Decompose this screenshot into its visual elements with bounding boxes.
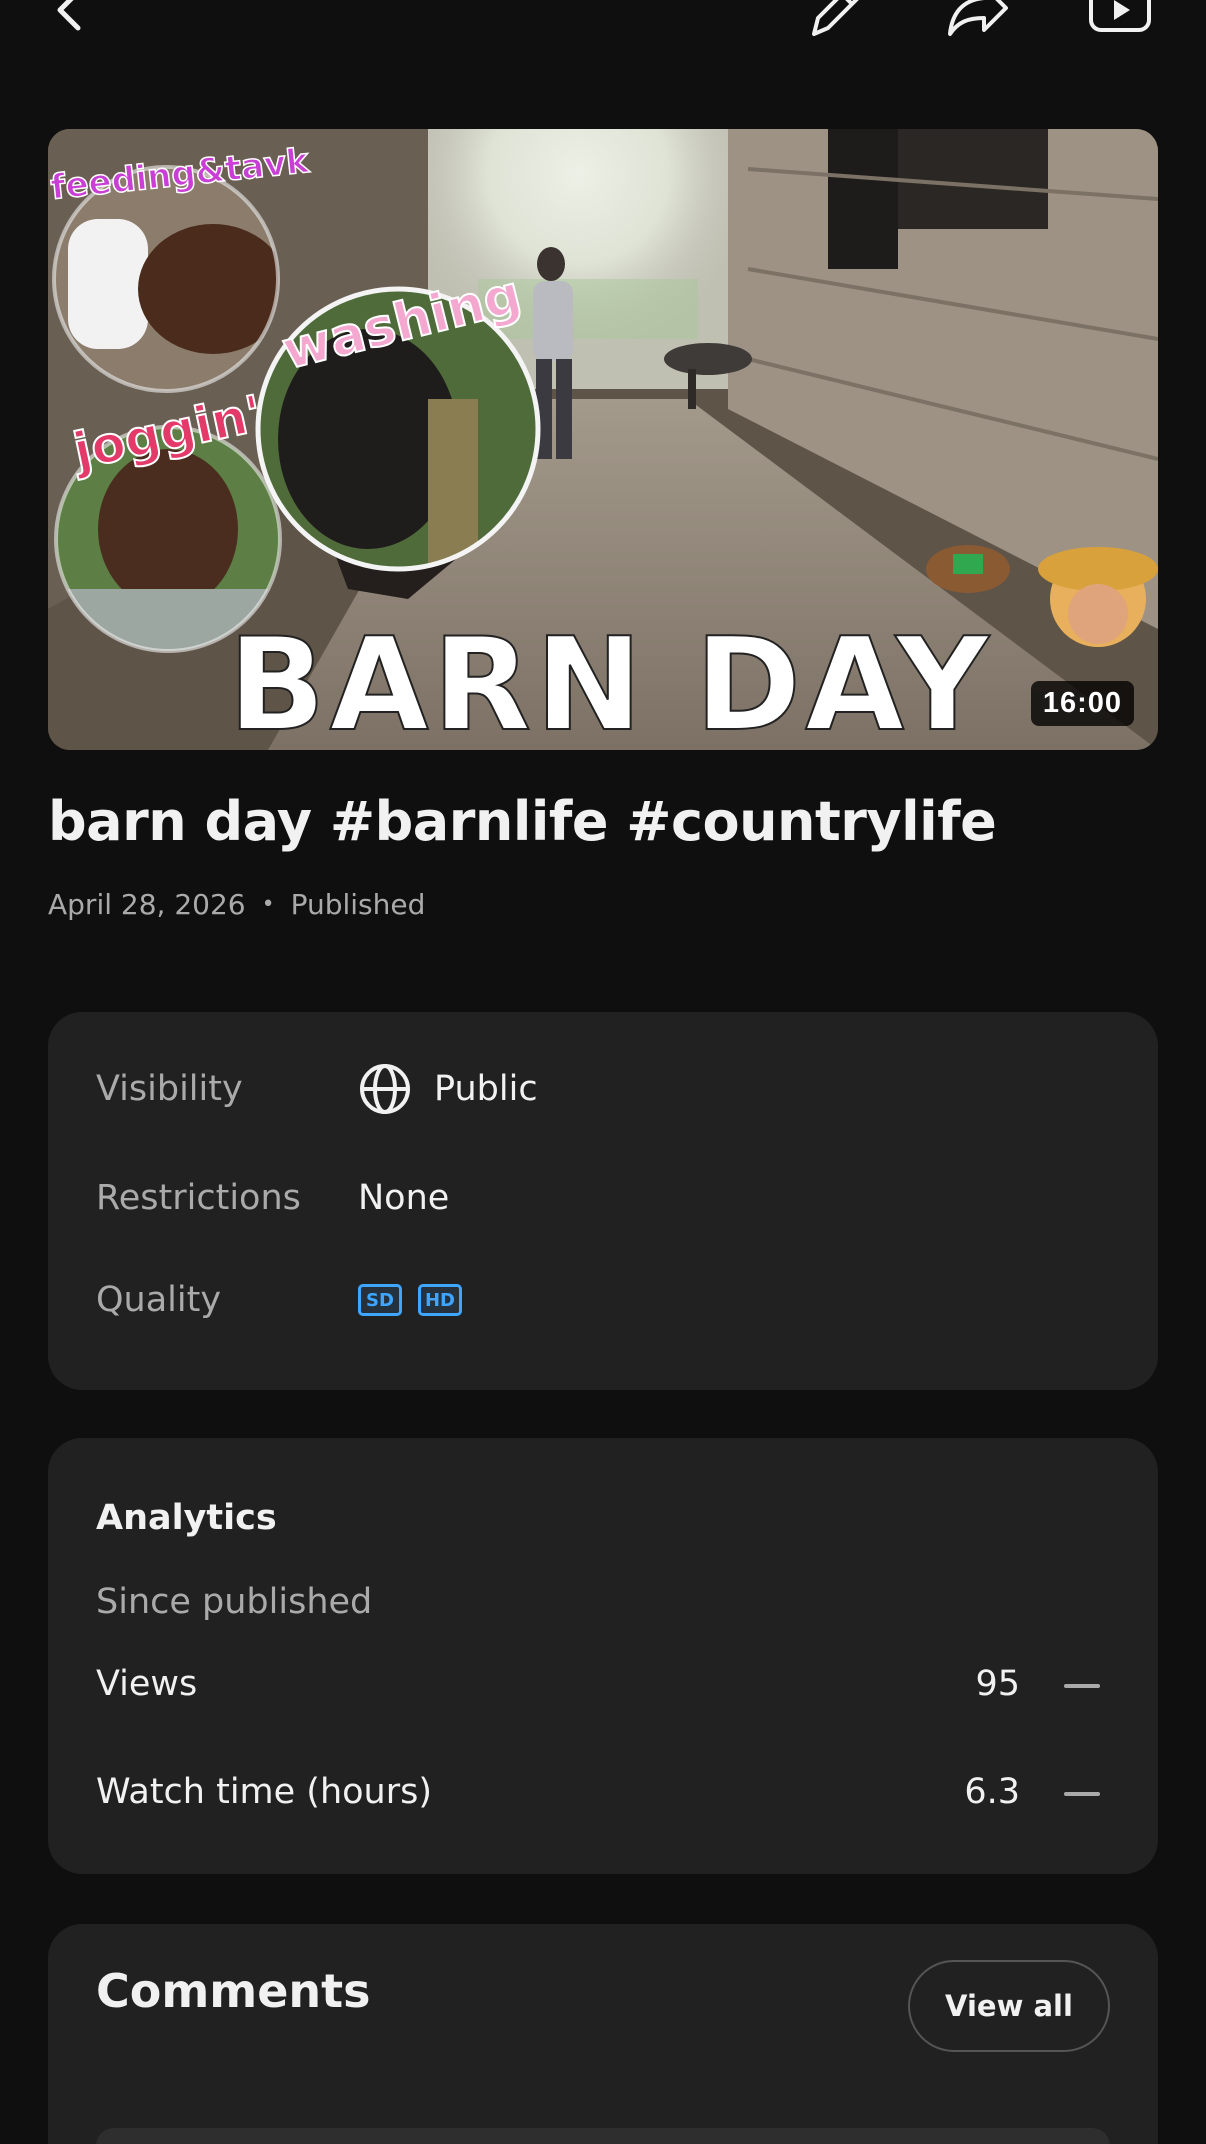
youtube-play-icon bbox=[1089, 0, 1151, 32]
duration-badge: 16:00 bbox=[1030, 681, 1134, 726]
publish-date: April 28, 2026 bbox=[48, 888, 246, 921]
share-button[interactable] bbox=[942, 0, 1014, 46]
share-arrow-icon bbox=[948, 0, 1008, 36]
watch-time-value: 6.3 bbox=[964, 1772, 1020, 1812]
comments-card: Comments View all bbox=[48, 1924, 1158, 2144]
back-button[interactable] bbox=[34, 0, 106, 46]
restrictions-label: Restrictions bbox=[96, 1178, 301, 1218]
comments-title: Comments bbox=[96, 1964, 371, 2018]
views-label: Views bbox=[96, 1664, 198, 1704]
thumbnail-illustration: feeding&tavk washing joggin' BARN DAY bbox=[48, 129, 1158, 750]
globe-icon bbox=[360, 1064, 410, 1114]
watch-time-label: Watch time (hours) bbox=[96, 1772, 433, 1812]
video-title: barn day #barnlife #countrylife bbox=[48, 790, 997, 853]
analytics-title: Analytics bbox=[96, 1498, 277, 1538]
dash-icon bbox=[1064, 1684, 1100, 1688]
restrictions-value: None bbox=[358, 1178, 450, 1218]
visibility-label: Visibility bbox=[96, 1069, 243, 1109]
visibility-value-wrap: Public bbox=[358, 1062, 538, 1116]
view-all-comments-button[interactable]: View all bbox=[908, 1960, 1110, 2052]
pencil-icon bbox=[812, 0, 859, 36]
open-in-youtube-button[interactable] bbox=[1084, 0, 1156, 46]
publish-status: Published bbox=[290, 888, 426, 921]
quality-badges: SD HD bbox=[358, 1284, 462, 1316]
quality-row: Quality SD HD bbox=[96, 1280, 462, 1320]
video-meta: April 28, 2026 • Published bbox=[48, 888, 425, 921]
comment-preview[interactable] bbox=[96, 2128, 1110, 2144]
analytics-subtitle: Since published bbox=[96, 1582, 373, 1622]
restrictions-row[interactable]: Restrictions None bbox=[96, 1178, 449, 1218]
video-thumbnail[interactable]: feeding&tavk washing joggin' BARN DAY 16… bbox=[48, 129, 1158, 750]
visibility-value: Public bbox=[434, 1069, 538, 1109]
details-card: Visibility Public Restrictions None Qual… bbox=[48, 1012, 1158, 1390]
meta-separator: • bbox=[261, 892, 275, 917]
edit-button[interactable] bbox=[798, 0, 870, 46]
quality-label: Quality bbox=[96, 1280, 222, 1320]
analytics-card[interactable]: Analytics Since published Views 95 Watch… bbox=[48, 1438, 1158, 1874]
views-value: 95 bbox=[975, 1664, 1020, 1704]
dash-icon bbox=[1064, 1792, 1100, 1796]
top-bar bbox=[0, 0, 1206, 80]
quality-badge-sd: SD bbox=[358, 1284, 402, 1316]
quality-badge-hd: HD bbox=[418, 1284, 462, 1316]
video-details-page: feeding&tavk washing joggin' BARN DAY 16… bbox=[0, 0, 1206, 2144]
thumbnail-headline: BARN DAY bbox=[228, 611, 993, 750]
visibility-row[interactable]: Visibility Public bbox=[96, 1062, 538, 1116]
chevron-left-icon bbox=[57, 0, 81, 31]
